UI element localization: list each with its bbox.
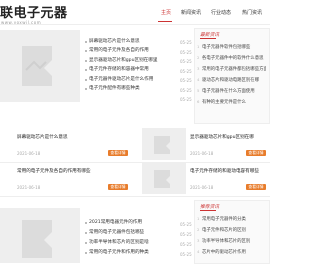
list-item[interactable]: 常用的电子元件和作用的种类: [89, 249, 171, 255]
list-item[interactable]: 常用的电子元器件包括哪些: [89, 229, 171, 235]
list-item[interactable]: 2021常用电器元件的作用: [89, 219, 171, 225]
sidebar-item[interactable]: 各电子元器件中的软件什么意思: [202, 55, 266, 61]
card-title[interactable]: 常用的电子元件及各自的作用有哪些: [17, 168, 91, 174]
sidebar-item-number: 4: [197, 77, 200, 82]
nav-active-indicator: [158, 21, 172, 22]
list-date: 05-25: [180, 242, 192, 247]
sidebar-item[interactable]: 有种的主要元件是什么: [202, 99, 266, 105]
site-logo[interactable]: 联电子元器: [0, 2, 68, 21]
list-bullet: [85, 88, 87, 90]
card-date: 2021-06-18: [190, 151, 214, 156]
sidebar-title-underline: [200, 38, 216, 39]
sidebar-title-underline: [200, 210, 216, 211]
sidebar-item-number: 3: [197, 66, 200, 71]
list-date: 05-25: [180, 97, 192, 102]
list-date: 05-25: [180, 78, 192, 83]
list-date: 05-25: [180, 252, 192, 257]
view-details-button[interactable]: 查看详情: [246, 184, 266, 190]
sidebar-latest-title: 最新资讯: [200, 33, 220, 38]
list-bullet: [85, 60, 87, 62]
list-item[interactable]: 常用的电子元件及各自的作用: [89, 47, 171, 53]
list-date: 05-25: [180, 232, 192, 237]
sidebar-item[interactable]: 常用电子元器件的分类: [202, 216, 266, 222]
nav-hot[interactable]: 热门资讯: [242, 9, 262, 16]
sidebar-item[interactable]: 芯片中的驱动芯片作用: [202, 249, 266, 255]
row-divider: [0, 196, 270, 197]
nav-news[interactable]: 新闻资讯: [181, 9, 201, 16]
image-placeholder-icon: [0, 30, 80, 102]
list-date: 05-25: [180, 88, 192, 93]
list-bullet: [85, 41, 87, 43]
sidebar-item-number: 3: [197, 238, 200, 243]
list-bullet: [85, 232, 87, 234]
list-date: 05-25: [180, 69, 192, 74]
sidebar-item[interactable]: 电子元器件软件包括哪些: [202, 44, 266, 50]
header-divider: [0, 24, 270, 25]
list-date: 05-25: [180, 222, 192, 227]
view-details-button[interactable]: 查看详情: [246, 150, 266, 156]
sidebar-item[interactable]: 常用的电子元器件都包括哪些方面: [202, 66, 266, 72]
list-date: 05-25: [180, 50, 192, 55]
sidebar-item[interactable]: 功率半导体和芯片的区别: [202, 238, 266, 244]
list-bullet: [85, 242, 87, 244]
featured-image[interactable]: [0, 30, 80, 102]
sidebar-recommended-title: 推荐资讯: [200, 205, 220, 210]
view-details-button[interactable]: 查看详情: [108, 184, 128, 190]
sidebar-item-number: 2: [197, 227, 200, 232]
nav-industry[interactable]: 行业动态: [211, 9, 231, 16]
list-item[interactable]: 屏幕驱动芯片是什么意思: [89, 38, 171, 44]
sidebar-item-number: 5: [197, 88, 200, 93]
sidebar-item[interactable]: 电子元件和芯片的区别: [202, 227, 266, 233]
sidebar-item-number: 2: [197, 55, 200, 60]
bottom-image[interactable]: [0, 208, 80, 263]
sidebar-item[interactable]: 电子元器件在什么方面使用: [202, 88, 266, 94]
card-title[interactable]: 屏幕驱动芯片是什么意思: [17, 134, 68, 140]
card-date: 2021-06-18: [190, 185, 214, 190]
sidebar-item-number: 6: [197, 99, 200, 104]
list-date: 05-25: [180, 40, 192, 45]
list-date: 05-25: [180, 59, 192, 64]
list-bullet: [85, 50, 87, 52]
list-bullet: [85, 252, 87, 254]
sidebar-item[interactable]: 驱动芯片和驱动电路区别在哪: [202, 77, 266, 83]
image-placeholder-icon: [142, 162, 186, 194]
image-placeholder-icon: [0, 208, 80, 263]
list-item[interactable]: 电子元件配件有哪些种类: [89, 85, 171, 91]
sidebar-item-number: 4: [197, 249, 200, 254]
image-placeholder-icon: [142, 128, 186, 160]
list-bullet: [85, 79, 87, 81]
card-image[interactable]: [142, 162, 186, 194]
list-item[interactable]: 电子元件存储的和容器中常用: [89, 66, 171, 72]
list-bullet: [85, 222, 87, 224]
card-title[interactable]: 电子元件存储的和驱动电容有哪些: [190, 168, 259, 174]
card-date: 2021-06-18: [17, 185, 41, 190]
sidebar-item-number: 1: [197, 216, 200, 221]
view-details-button[interactable]: 查看详情: [108, 150, 128, 156]
list-item[interactable]: 功率半导体和芯片的区别是啥: [89, 239, 171, 245]
list-bullet: [85, 69, 87, 71]
card-title[interactable]: 显示器驱动芯片和gpu区别在哪: [190, 134, 254, 140]
card-date: 2021-06-18: [17, 151, 41, 156]
list-item[interactable]: 电子元器件驱动芯片是什么作用: [89, 76, 171, 82]
card-image[interactable]: [142, 128, 186, 160]
nav-home[interactable]: 主页: [161, 9, 171, 16]
list-item[interactable]: 显示器驱动芯片和gpu区别在哪里: [89, 57, 171, 63]
sidebar-item-number: 1: [197, 44, 200, 49]
sidebar-latest: [194, 28, 270, 124]
row-divider: [0, 162, 270, 163]
